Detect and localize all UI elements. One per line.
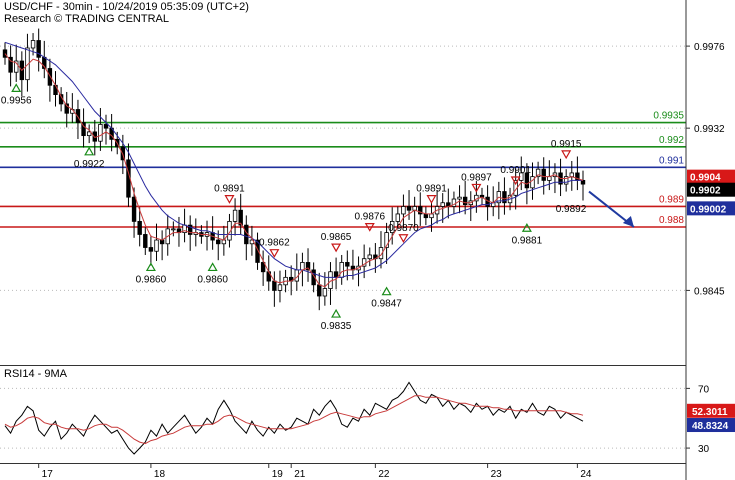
time-tick-label: 19 xyxy=(272,469,284,480)
pivot-label: 0.9862 xyxy=(259,238,290,249)
candle-body xyxy=(272,280,277,291)
candle-body xyxy=(401,206,406,215)
candle-body xyxy=(143,234,148,248)
candle-body xyxy=(345,262,350,267)
pivot-label: 0.9915 xyxy=(551,139,582,150)
rsi-label: RSI14 - 9MA xyxy=(4,368,67,380)
candle-body xyxy=(2,49,8,58)
candle-body xyxy=(171,228,176,231)
candle-body xyxy=(339,262,344,278)
forecast-arrow-head xyxy=(622,216,634,227)
pivot-down-marker xyxy=(426,195,437,204)
time-tick-label: 21 xyxy=(294,469,306,480)
pivot-label: 0.9876 xyxy=(354,212,385,223)
rsi-tick-label: 30 xyxy=(698,444,710,455)
candle-body xyxy=(423,213,429,219)
pivot-label: 0.9847 xyxy=(371,299,402,310)
pivot-label: 0.9891 xyxy=(214,184,245,195)
candle-body xyxy=(406,206,412,211)
level-label: 0.988 xyxy=(659,215,684,226)
candle-body xyxy=(395,213,401,222)
ma-red-line xyxy=(4,53,584,288)
price-tick-label: 0.9976 xyxy=(694,42,725,53)
pivot-up-marker xyxy=(145,262,156,272)
candle-body xyxy=(277,284,283,291)
candle-body xyxy=(317,284,322,297)
pivot-label: 0.9922 xyxy=(74,159,105,170)
level-label: 0.989 xyxy=(659,194,684,205)
candle-body xyxy=(232,209,238,222)
candle-body xyxy=(98,124,103,142)
pivot-label: 0.9897 xyxy=(461,172,492,183)
candle-body xyxy=(333,271,339,278)
candle-body xyxy=(103,124,109,129)
candle-body xyxy=(541,168,546,181)
rsi-panel: 70 30 52.3011 48.8324 xyxy=(0,381,735,455)
pivot-label: 0.9835 xyxy=(321,321,352,332)
pivot-up-marker xyxy=(381,286,392,296)
time-tick-label: 24 xyxy=(580,469,592,480)
rsi-tag-label: 48.8324 xyxy=(692,421,729,432)
pivot-label: 0.9956 xyxy=(1,95,32,106)
time-tick-label: 18 xyxy=(154,469,166,480)
pivot-label: 0.9901 xyxy=(500,165,531,176)
pivot-label: 0.9860 xyxy=(136,274,167,285)
rsi-tag-label: 52.3011 xyxy=(692,407,728,418)
candle-body xyxy=(47,68,53,86)
pivot-up-marker xyxy=(11,83,22,93)
candle-body xyxy=(30,40,36,49)
pivot-down-marker xyxy=(224,195,235,204)
pivot-label: 0.9881 xyxy=(512,235,543,246)
candle-body xyxy=(216,239,221,245)
pivot-label: 0.9870 xyxy=(388,223,419,234)
chart-subtitle: Research © TRADING CENTRAL xyxy=(4,13,169,25)
time-tick-label: 23 xyxy=(491,469,503,480)
rsi-tick-label: 70 xyxy=(698,384,710,395)
pivot-down-marker xyxy=(331,243,342,253)
price-tag-label: 0.9902 xyxy=(690,186,721,197)
candle-body xyxy=(547,176,552,181)
chart-canvas: 0.9976 0.9932 0.9845 0.9935 0.992 0.991 0.989 0… xyxy=(0,0,735,480)
time-tick-label: 22 xyxy=(378,469,390,480)
rsi-line xyxy=(4,381,584,455)
chart-title: USD/CHF - 30min - 10/24/2019 05:35:09 (U… xyxy=(4,1,249,13)
candle-body xyxy=(462,196,468,206)
candle-body xyxy=(131,196,137,222)
candle-body xyxy=(137,221,142,235)
price-tag-label: 0.99002 xyxy=(690,204,727,215)
candle-body xyxy=(328,271,333,289)
price-tick-label: 0.9845 xyxy=(694,286,725,297)
candle-body xyxy=(530,176,535,189)
price-panel: 0.9976 0.9932 0.9845 0.9935 0.992 0.991 0.989 0… xyxy=(0,28,735,332)
pivot-up-marker xyxy=(331,308,342,318)
candle-body xyxy=(221,239,227,245)
pivot-up-marker xyxy=(84,146,95,156)
level-label: 0.992 xyxy=(659,135,684,146)
price-tag-label: 0.9904 xyxy=(690,173,721,184)
pivot-up-marker xyxy=(207,262,218,272)
candle-body xyxy=(322,288,328,297)
candle-body xyxy=(148,247,154,252)
candle-body xyxy=(154,239,159,252)
pivot-down-marker xyxy=(561,150,572,160)
candle-body xyxy=(300,262,305,271)
candle-body xyxy=(440,202,445,207)
candle-body xyxy=(53,84,58,95)
pivot-label: 0.9891 xyxy=(416,184,447,195)
pivot-label: 0.9865 xyxy=(321,232,352,243)
pivot-label: 0.9860 xyxy=(197,274,228,285)
pivot-label: 0.9892 xyxy=(556,204,587,215)
candle-body xyxy=(429,213,434,219)
price-tick-label: 0.9932 xyxy=(694,124,725,135)
time-tick-label: 17 xyxy=(42,469,54,480)
candle-body xyxy=(457,196,462,200)
candle-body xyxy=(367,254,372,260)
level-label: 0.9935 xyxy=(653,111,684,122)
level-label: 0.991 xyxy=(659,155,684,166)
candle-body xyxy=(580,179,586,185)
